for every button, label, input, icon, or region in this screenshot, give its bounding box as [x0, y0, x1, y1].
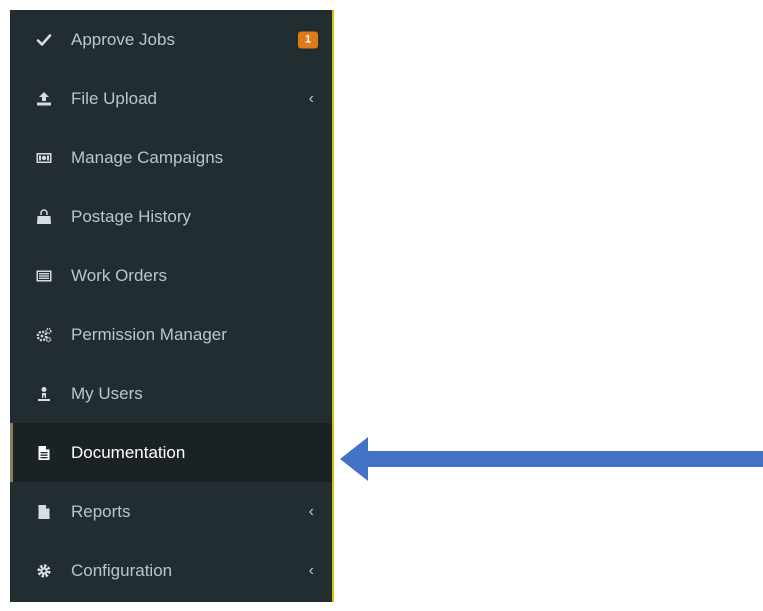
sidebar-item-label: File Upload — [71, 88, 157, 108]
sidebar-item-manage-campaigns[interactable]: Manage Campaigns — [10, 128, 332, 187]
sidebar-item-my-users[interactable]: My Users — [10, 364, 332, 423]
sidebar-item-label: Configuration — [71, 560, 173, 580]
sidebar: Approve Jobs 1 File Upload ‹ Manage Camp… — [10, 10, 334, 602]
file-icon — [34, 502, 54, 522]
annotation-arrow-icon — [340, 437, 763, 481]
sidebar-item-file-upload[interactable]: File Upload ‹ — [10, 69, 332, 128]
chevron-left-icon: ‹ — [308, 502, 314, 520]
cogs-icon — [34, 325, 54, 345]
sidebar-item-label: Approve Jobs — [71, 29, 175, 49]
sidebar-item-configuration[interactable]: Configuration ‹ — [10, 541, 332, 600]
money-icon — [34, 148, 54, 168]
sidebar-item-work-orders[interactable]: Work Orders — [10, 246, 332, 305]
chevron-left-icon: ‹ — [308, 89, 314, 107]
sidebar-item-label: Postage History — [71, 206, 191, 226]
sidebar-item-reports[interactable]: Reports ‹ — [10, 482, 332, 541]
list-alt-icon — [34, 266, 54, 286]
sidebar-item-label: Permission Manager — [71, 324, 227, 344]
sidebar-menu: Approve Jobs 1 File Upload ‹ Manage Camp… — [10, 10, 332, 600]
sidebar-item-postage-history[interactable]: Postage History — [10, 187, 332, 246]
sidebar-item-permission-manager[interactable]: Permission Manager — [10, 305, 332, 364]
file-text-icon — [34, 443, 54, 463]
check-icon — [34, 30, 54, 50]
shopping-bag-icon — [34, 207, 54, 227]
cog-icon — [34, 561, 54, 581]
notification-badge: 1 — [298, 31, 318, 48]
sidebar-item-label: My Users — [71, 383, 143, 403]
user-icon — [34, 384, 54, 404]
sidebar-item-label: Work Orders — [71, 265, 168, 285]
sidebar-item-label: Reports — [71, 501, 131, 521]
sidebar-item-label: Manage Campaigns — [71, 147, 224, 167]
chevron-left-icon: ‹ — [308, 561, 314, 579]
sidebar-item-approve-jobs[interactable]: Approve Jobs 1 — [10, 10, 332, 69]
upload-icon — [34, 89, 54, 109]
annotation-arrow-shape — [340, 437, 763, 481]
sidebar-item-documentation[interactable]: Documentation — [10, 423, 332, 482]
sidebar-item-label: Documentation — [71, 442, 186, 462]
screenshot-stage: Approve Jobs 1 File Upload ‹ Manage Camp… — [0, 0, 763, 611]
